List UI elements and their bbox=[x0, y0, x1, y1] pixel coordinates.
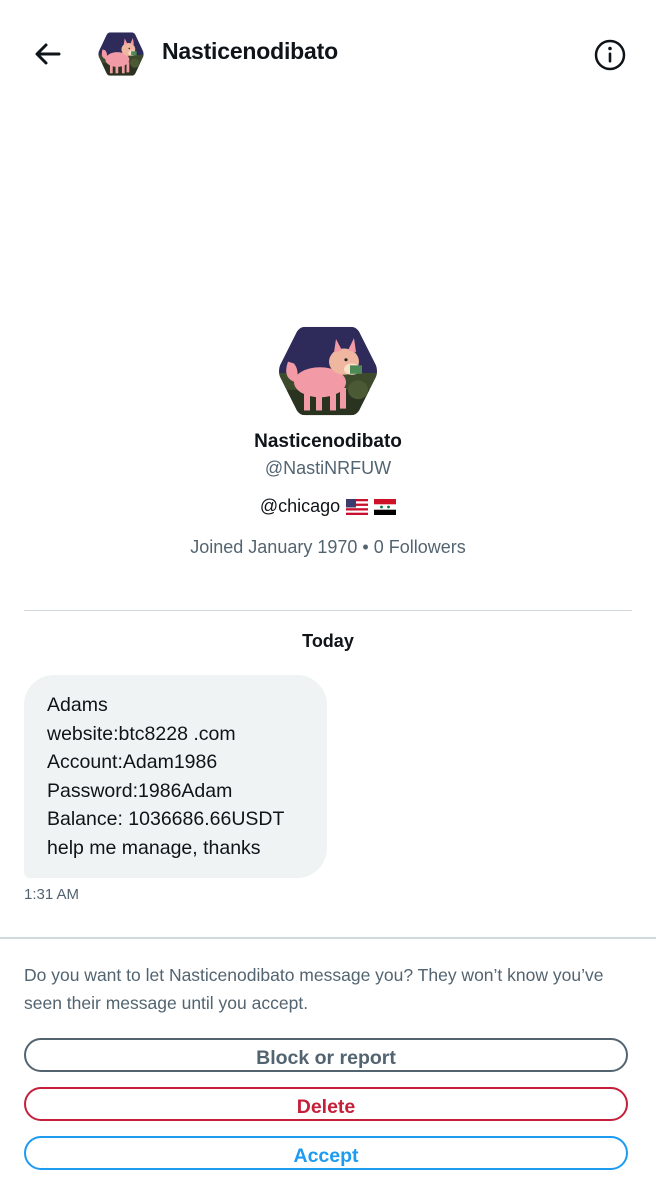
accept-button[interactable]: Accept bbox=[24, 1136, 628, 1170]
message-timestamp: 1:31 AM bbox=[24, 886, 80, 903]
date-separator: Today bbox=[302, 631, 354, 651]
profile-bio: @chicago bbox=[0, 496, 656, 517]
profile-meta: Joined January 1970 • 0 Followers bbox=[0, 537, 656, 558]
profile-card: Nasticenodibato @NastiNRFUW @chicago Joi… bbox=[0, 324, 656, 558]
profile-avatar[interactable] bbox=[278, 324, 378, 418]
arrow-left-icon[interactable] bbox=[28, 34, 68, 74]
flag-syria-icon bbox=[374, 498, 397, 515]
divider bbox=[24, 610, 632, 611]
message-line: Password:1986Adam bbox=[47, 779, 233, 802]
message-line: Balance: 1036686.66USDT bbox=[47, 808, 285, 830]
profile-handle[interactable]: @NastiNRFUW bbox=[0, 458, 656, 479]
followers-count[interactable]: 0 Followers bbox=[374, 537, 466, 557]
info-icon[interactable] bbox=[590, 35, 630, 75]
block-or-report-button[interactable]: Block or report bbox=[24, 1038, 628, 1072]
message-bubble[interactable]: Adams website:btc8228 .com Account:Adam1… bbox=[24, 675, 327, 878]
message-line: Adams bbox=[47, 694, 108, 716]
top-bar: Nasticenodibato bbox=[0, 0, 656, 108]
joined-date: Joined January 1970 bbox=[190, 537, 358, 557]
conversation-title[interactable]: Nasticenodibato bbox=[162, 38, 338, 65]
meta-separator: • bbox=[362, 537, 369, 557]
flag-us-icon bbox=[346, 498, 369, 515]
request-prompt: Do you want to let Nasticenodibato messa… bbox=[24, 965, 604, 1013]
message-line: Account:Adam1986 bbox=[47, 751, 218, 773]
message-line: website:btc8228 .com bbox=[47, 722, 236, 745]
bio-text: @chicago bbox=[259, 496, 341, 516]
profile-name[interactable]: Nasticenodibato bbox=[0, 431, 656, 453]
message-line: help me manage, thanks bbox=[47, 836, 261, 859]
avatar[interactable] bbox=[98, 31, 144, 77]
message-request-panel: Do you want to let Nasticenodibato messa… bbox=[0, 937, 656, 1202]
delete-button[interactable]: Delete bbox=[24, 1087, 628, 1121]
